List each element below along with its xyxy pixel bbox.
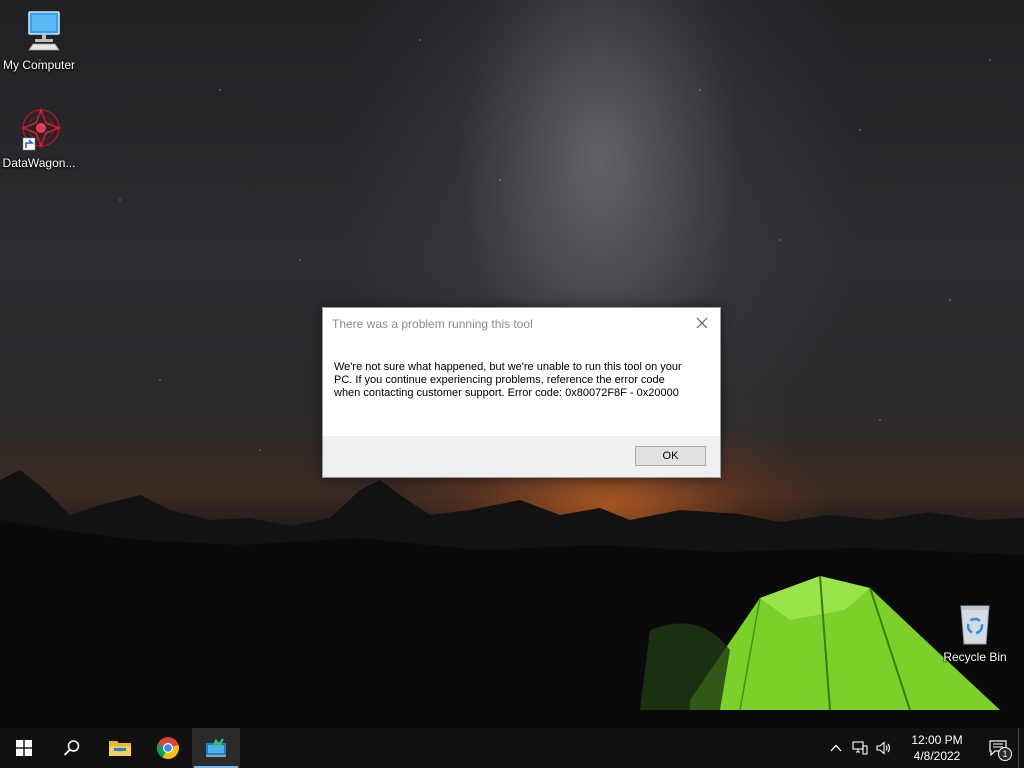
media-tool-icon bbox=[206, 738, 226, 757]
datawagon-icon bbox=[15, 106, 63, 154]
search-icon bbox=[63, 740, 80, 756]
chevron-up-icon[interactable] bbox=[824, 728, 848, 768]
search-button[interactable] bbox=[48, 728, 96, 768]
computer-icon bbox=[15, 8, 63, 56]
close-icon[interactable] bbox=[690, 313, 714, 333]
taskbar-app-media-creation-tool[interactable] bbox=[192, 728, 240, 768]
dialog-message: We're not sure what happened, but we're … bbox=[334, 361, 682, 399]
windows-logo-icon bbox=[16, 740, 32, 756]
start-button[interactable] bbox=[0, 728, 48, 768]
taskbar-app-file-explorer[interactable] bbox=[96, 728, 144, 768]
network-icon[interactable] bbox=[848, 728, 872, 768]
desktop-icon-my-computer[interactable]: My Computer bbox=[0, 8, 78, 72]
taskbar: 12:00 PM 4/8/2022 1 bbox=[0, 728, 1024, 768]
dialog-footer: OK bbox=[323, 436, 720, 477]
clock[interactable]: 12:00 PM 4/8/2022 bbox=[902, 732, 972, 764]
show-desktop-button[interactable] bbox=[1018, 728, 1024, 768]
clock-time: 12:00 PM bbox=[911, 733, 963, 747]
taskbar-app-chrome[interactable] bbox=[144, 728, 192, 768]
recycle-bin-icon bbox=[951, 600, 999, 648]
folder-icon bbox=[109, 741, 131, 756]
ok-button[interactable]: OK bbox=[635, 446, 706, 466]
error-dialog: There was a problem running this tool We… bbox=[322, 307, 721, 478]
notification-badge: 1 bbox=[998, 747, 1012, 761]
desktop-icon-recycle-bin[interactable]: Recycle Bin bbox=[936, 600, 1014, 664]
desktop-icon-datawagon[interactable]: DataWagon... bbox=[0, 106, 78, 170]
system-tray: 12:00 PM 4/8/2022 1 bbox=[824, 728, 1024, 768]
desktop-icon-label: My Computer bbox=[2, 58, 76, 72]
desktop-icon-label: DataWagon... bbox=[2, 156, 76, 170]
chrome-icon bbox=[156, 737, 179, 759]
action-center-button[interactable]: 1 bbox=[978, 728, 1018, 768]
volume-icon[interactable] bbox=[872, 728, 896, 768]
desktop-icon-label: Recycle Bin bbox=[943, 650, 1007, 664]
mountain-landscape bbox=[0, 470, 1024, 728]
dialog-title: There was a problem running this tool bbox=[332, 317, 533, 331]
clock-date: 4/8/2022 bbox=[913, 749, 961, 763]
